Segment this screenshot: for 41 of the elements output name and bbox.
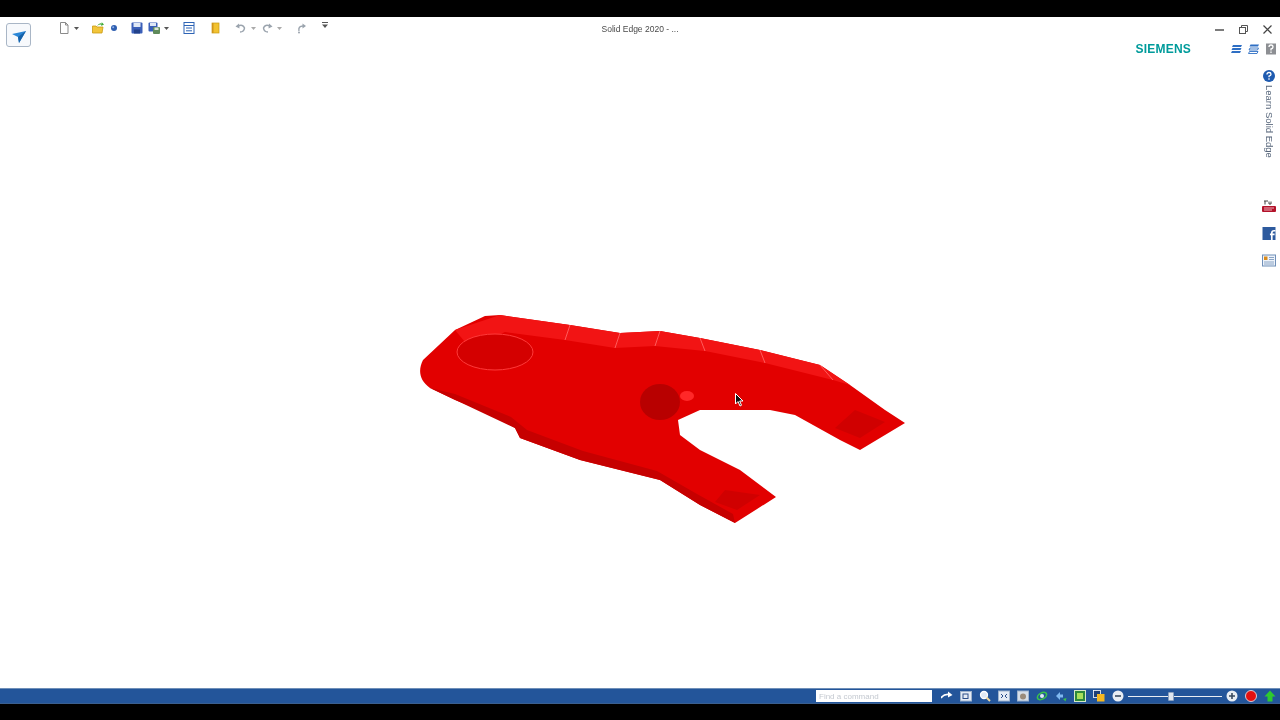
- list-icon[interactable]: [183, 22, 195, 34]
- video-logo-icon[interactable]: [1262, 199, 1276, 213]
- left-arrow-icon[interactable]: [1055, 690, 1067, 702]
- zoom-out-icon[interactable]: [1112, 690, 1124, 702]
- customize-caret-icon[interactable]: [322, 22, 328, 28]
- undo-icon[interactable]: [235, 22, 247, 34]
- redo-icon[interactable]: [261, 22, 273, 34]
- nested-squares-icon[interactable]: [1074, 690, 1086, 702]
- save-as-icon[interactable]: [148, 22, 160, 34]
- window-title: Solid Edge 2020 - ...: [601, 23, 679, 34]
- curved-arrow-icon[interactable]: [296, 22, 308, 34]
- overlapping-squares-icon[interactable]: [1093, 690, 1105, 702]
- disc-tile-icon[interactable]: [1017, 690, 1029, 702]
- zoom-slider-thumb[interactable]: [1168, 691, 1175, 701]
- record-icon[interactable]: [1245, 690, 1257, 702]
- minimize-icon: [1214, 29, 1224, 31]
- magnifier-icon[interactable]: [979, 690, 991, 702]
- f-square-icon[interactable]: [1262, 226, 1276, 240]
- zoom-area-icon[interactable]: [960, 690, 972, 702]
- brand-logo: SIEMENS: [1135, 42, 1191, 56]
- restore-icon: [1238, 24, 1248, 34]
- newsletter-icon[interactable]: [1262, 253, 1276, 267]
- learn-tab[interactable]: Learn Solid Edge: [1263, 85, 1275, 158]
- layers-icon[interactable]: [1231, 43, 1243, 55]
- orbit-icon[interactable]: [1036, 690, 1048, 702]
- zoom-in-icon[interactable]: [1226, 690, 1238, 702]
- fit-view-icon[interactable]: [998, 690, 1010, 702]
- close-icon: [1262, 24, 1272, 34]
- arrow-logo-icon: [11, 30, 26, 43]
- sphere-icon[interactable]: [111, 25, 117, 31]
- save-icon[interactable]: [131, 22, 143, 34]
- book-icon[interactable]: [209, 22, 221, 34]
- app-menu-button[interactable]: [6, 23, 31, 47]
- up-arrow-icon[interactable]: [1264, 690, 1276, 702]
- mouse-pointer-icon: [735, 393, 744, 407]
- new-document-icon[interactable]: [58, 22, 70, 34]
- layers-icon[interactable]: [1248, 43, 1260, 55]
- caret-icon[interactable]: [164, 26, 169, 30]
- caret-icon[interactable]: [74, 26, 79, 30]
- help-icon[interactable]: [1265, 43, 1277, 55]
- help-icon[interactable]: [1263, 70, 1275, 82]
